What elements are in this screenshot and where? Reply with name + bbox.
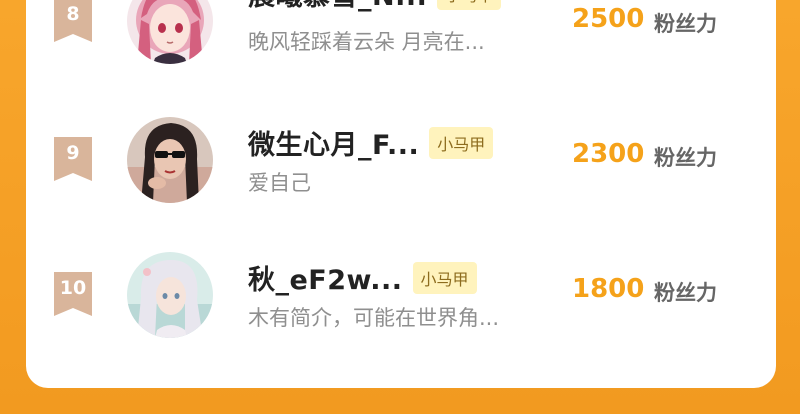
- name-line: 晨曦慕雪_N... 小马甲: [248, 0, 502, 13]
- leaderboard-row[interactable]: 8 晨曦慕雪_N... 小马甲 晚风轻踩着云朵 月亮在... 2500 粉丝力: [26, 0, 776, 80]
- fan-power-count: 1800: [572, 274, 645, 304]
- user-bio: 木有简介，可能在世界角...: [248, 306, 500, 330]
- name-line: 秋_eF2w... 小马甲: [248, 258, 477, 297]
- fan-power-unit: 粉丝力: [654, 12, 717, 36]
- leaderboard-row[interactable]: 9 微生心月_F... 小马甲 爱自己 2300 粉丝力: [26, 117, 776, 217]
- username[interactable]: 晨曦慕雪_N...: [248, 0, 427, 13]
- rank-number: 9: [66, 142, 80, 164]
- alt-account-badge: 小马甲: [412, 261, 477, 294]
- user-bio: 爱自己: [248, 171, 311, 195]
- avatar[interactable]: [127, 252, 213, 338]
- leaderboard-row[interactable]: 10 秋_eF2w... 小马甲 木有简介，可能在世界角... 1800 粉丝力: [26, 252, 776, 352]
- leaderboard-card: 8 晨曦慕雪_N... 小马甲 晚风轻踩着云朵 月亮在... 2500 粉丝力: [26, 0, 776, 388]
- alt-account-badge: 小马甲: [429, 126, 494, 159]
- fan-power-unit: 粉丝力: [654, 281, 717, 305]
- avatar[interactable]: [127, 117, 213, 203]
- name-line: 微生心月_F... 小马甲: [248, 123, 494, 162]
- fan-power-unit: 粉丝力: [654, 146, 717, 170]
- user-bio: 晚风轻踩着云朵 月亮在...: [248, 30, 485, 54]
- fan-power-count: 2500: [572, 4, 645, 34]
- avatar[interactable]: [127, 0, 213, 64]
- rank-badge: 10: [54, 272, 92, 316]
- fan-power-count: 2300: [572, 139, 645, 169]
- rank-badge: 9: [54, 137, 92, 181]
- username[interactable]: 秋_eF2w...: [248, 258, 403, 297]
- alt-account-badge: 小马甲: [437, 0, 502, 10]
- rank-number: 8: [66, 3, 80, 25]
- rank-number: 10: [59, 277, 87, 299]
- rank-badge: 8: [54, 0, 92, 42]
- username[interactable]: 微生心月_F...: [248, 123, 419, 162]
